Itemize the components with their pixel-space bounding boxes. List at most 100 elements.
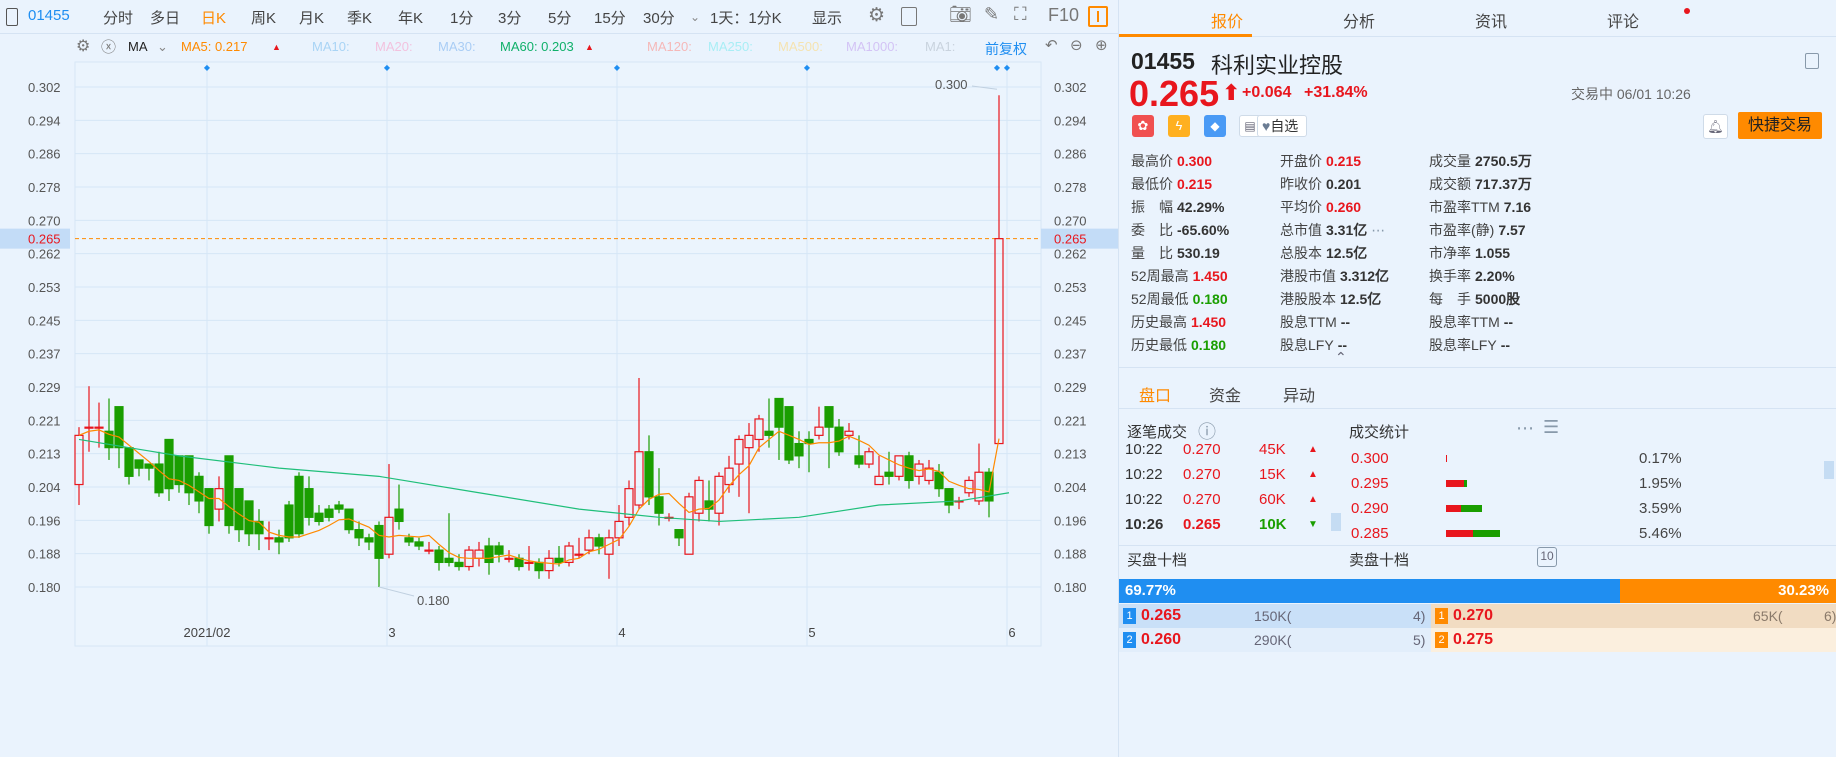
candle-down [354, 529, 364, 539]
up-triangle-icon: ▲ [272, 42, 281, 52]
candle-down [484, 545, 494, 564]
tab-daily-k[interactable]: 日K [201, 7, 226, 28]
tab-analysis[interactable]: 分析 [1343, 8, 1375, 32]
period-select[interactable]: 1天：1分K [710, 7, 782, 28]
stat-item: 最低价 0.215 [1131, 174, 1212, 194]
stat-label: 历史最高 [1131, 314, 1187, 330]
ask-row[interactable]: 1 0.270 65K(6) [1431, 604, 1836, 628]
tab-5min[interactable]: 5分 [548, 7, 571, 28]
chevron-down-icon[interactable]: ⌄ [690, 10, 700, 24]
y-tick-label-left: 0.188 [28, 547, 61, 562]
candlestick-chart[interactable]: ◆ ◆ ◆ ◆ ◆◆0.302 0.3020.294 0.2940.286 0.2860.27… [0, 60, 1118, 757]
stat-value: 0.180 [1191, 337, 1227, 353]
bid-row[interactable]: 2 0.260 290K(5) [1119, 628, 1431, 652]
tab-comments[interactable]: 评论 [1607, 8, 1639, 32]
f10-button[interactable]: F10 [1048, 5, 1079, 26]
candle-down [364, 537, 374, 543]
zoom-in-icon[interactable]: ⊕ [1095, 36, 1108, 54]
fullscreen-icon[interactable]: ⛶ [1014, 4, 1027, 25]
list-icon[interactable]: ☰ [1543, 417, 1559, 438]
zoom-out-icon[interactable]: ⊖ [1070, 36, 1083, 54]
stat-label: 量 比 [1131, 245, 1173, 261]
adjust-mode-button[interactable]: 前复权 [985, 39, 1027, 59]
chevron-down-icon[interactable]: ⌄ [157, 39, 168, 55]
detail-icon[interactable] [1805, 53, 1819, 69]
ask-row[interactable]: 2 0.275 [1431, 628, 1836, 652]
panel-toggle-icon[interactable] [1088, 6, 1108, 27]
layout-icon[interactable] [901, 7, 917, 26]
trade-volume: 15K [1259, 466, 1286, 483]
stat-item: 成交量 2750.5万 [1429, 151, 1532, 171]
tab-news[interactable]: 资讯 [1475, 8, 1507, 32]
stat-value: 7.57 [1498, 222, 1526, 238]
stat-value: 0.215 [1326, 153, 1362, 169]
lightning-icon[interactable]: ϟ [1168, 115, 1190, 137]
tab-3min[interactable]: 3分 [498, 7, 521, 28]
trade-time: 10:22 [1125, 441, 1163, 458]
display-menu[interactable]: 显示 [812, 7, 842, 28]
stat-label: 平均价 [1280, 199, 1322, 215]
quick-trade-button[interactable]: 快捷交易 [1738, 112, 1822, 139]
tab-order-book[interactable]: 盘口 [1139, 382, 1171, 406]
tab-quarterly-k[interactable]: 季K [347, 7, 372, 28]
stat-label: 52周最高 [1131, 268, 1189, 284]
y-tick-label-right: 0.302 [1054, 80, 1087, 95]
ma60-value: MA60: 0.203 [500, 39, 574, 54]
more-icon[interactable]: ⋯ [1516, 418, 1534, 439]
tab-yearly-k[interactable]: 年K [398, 7, 423, 28]
candle-down [294, 475, 304, 535]
ask-volume: 65K( [1753, 608, 1783, 624]
gear-icon[interactable]: ⚙ [868, 4, 885, 27]
scrollbar[interactable] [1824, 461, 1834, 479]
ma-settings-icon[interactable]: ⚙ [76, 36, 90, 56]
y-tick-label-right: 0.237 [1054, 347, 1087, 362]
ask-level: 2 [1435, 632, 1448, 648]
stock-code[interactable]: 01455 [28, 7, 70, 24]
tab-30min[interactable]: 30分 [643, 7, 675, 28]
candle-down [444, 557, 454, 564]
buy-volume-bar [1446, 480, 1464, 487]
stat-item: 最高价 0.300 [1131, 151, 1212, 171]
candle-down [304, 488, 314, 518]
candle-down [644, 451, 654, 498]
candle-down [654, 496, 664, 514]
y-tick-label-right: 0.253 [1054, 280, 1087, 295]
undo-icon[interactable]: ↶ [1045, 36, 1058, 54]
tab-weekly-k[interactable]: 周K [251, 7, 276, 28]
stat-label: 52周最低 [1131, 291, 1189, 307]
close-circle-icon[interactable]: ⓧ [101, 36, 116, 57]
sidebar-toggle-icon[interactable] [6, 8, 18, 26]
y-tick-label-right: 0.270 [1054, 213, 1087, 228]
stat-label: 成交量 [1429, 153, 1471, 169]
pencil-icon[interactable]: ✎ [984, 4, 999, 25]
tab-15min[interactable]: 15分 [594, 7, 626, 28]
stat-item: 港股市值 3.312亿 [1280, 266, 1389, 286]
camera-icon[interactable]: 📷︎ [949, 4, 972, 25]
tab-quote[interactable]: 报价 [1211, 8, 1243, 32]
candle-down [854, 455, 864, 465]
tab-capital-flow[interactable]: 资金 [1209, 382, 1241, 406]
bell-icon[interactable]: 🔔︎ [1703, 114, 1728, 139]
stat-label: 股息LFY [1280, 337, 1334, 353]
tab-monthly-k[interactable]: 月K [299, 7, 324, 28]
depth-toggle-button[interactable]: 10 [1537, 547, 1557, 567]
tab-intraday[interactable]: 分时 [103, 7, 133, 28]
tag-icon[interactable]: ◆ [1204, 115, 1226, 137]
trade-volume: 10K [1259, 516, 1287, 533]
tab-1min[interactable]: 1分 [450, 7, 473, 28]
ma1000-label: MA1000: [846, 39, 899, 54]
tab-alerts[interactable]: 异动 [1283, 382, 1315, 406]
candle-down [114, 406, 124, 449]
buy-volume-bar [1446, 505, 1461, 512]
more-icon[interactable]: ⋯ [1371, 222, 1385, 238]
bid-row[interactable]: 1 0.265 150K(4) [1119, 604, 1431, 628]
collapse-chevron-icon[interactable]: ⌃ [1335, 349, 1347, 366]
y-tick-label-left: 0.270 [28, 213, 61, 228]
volume-stats-title: 成交统计 [1349, 424, 1410, 441]
trade-time: 10:26 [1125, 516, 1164, 533]
tab-multi-day[interactable]: 多日 [150, 7, 180, 28]
stat-label: 总股本 [1280, 245, 1322, 261]
add-watchlist-button[interactable]: ♥自选 [1257, 115, 1307, 137]
scrollbar[interactable] [1331, 513, 1341, 531]
ma-selector[interactable]: MA [128, 39, 148, 54]
